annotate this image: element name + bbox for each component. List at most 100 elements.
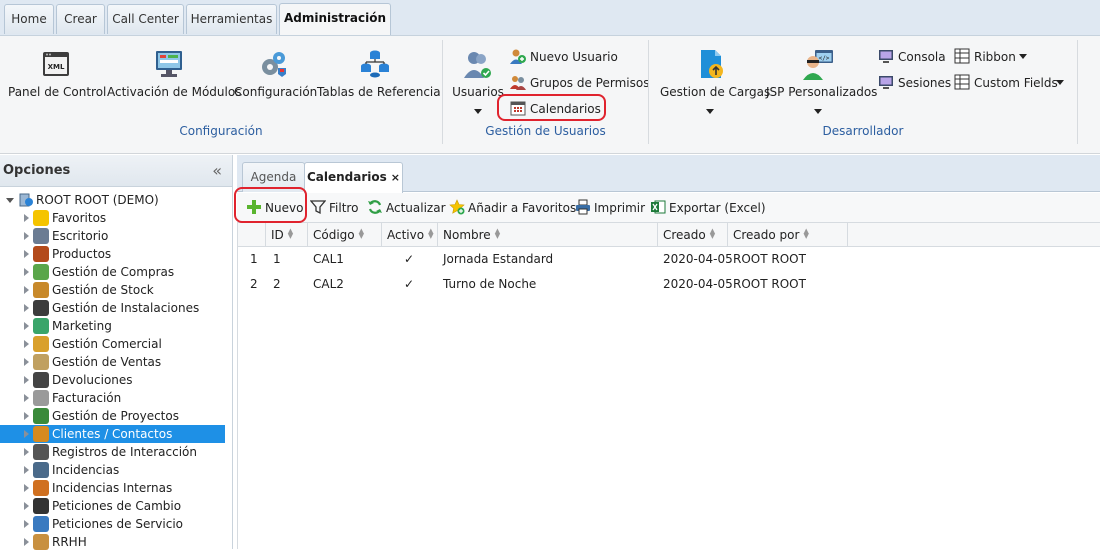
expand-arrow-icon[interactable] xyxy=(24,538,29,546)
tree-item[interactable]: Gestión de Proyectos xyxy=(0,407,225,425)
activacion-modulos-button[interactable]: Activación de Módulos xyxy=(107,48,241,99)
ribbon: XML Panel de Control Activación de Módul… xyxy=(0,35,1100,154)
module-icon xyxy=(33,354,49,370)
tab-home[interactable]: Home xyxy=(4,4,54,34)
col-header-activo[interactable]: Activo ▲ ▼ xyxy=(382,223,438,247)
custom-fields-button[interactable]: Custom Fields xyxy=(954,73,1058,93)
filtro-label: Filtro xyxy=(329,201,359,215)
custom-fields-dropdown-caret[interactable] xyxy=(1056,80,1064,85)
expand-arrow-icon[interactable] xyxy=(24,466,29,474)
tablas-de-referencia-button[interactable]: Tablas de Referencia xyxy=(317,48,441,99)
module-icon xyxy=(33,228,49,244)
expand-arrow-icon[interactable] xyxy=(24,358,29,366)
tree-item[interactable]: Peticiones de Cambio xyxy=(0,497,225,515)
tree-item[interactable]: Gestión de Stock xyxy=(0,281,225,299)
sort-icon[interactable]: ▲ ▼ xyxy=(495,228,500,240)
tablas-de-referencia-label: Tablas de Referencia xyxy=(317,85,441,99)
gestion-de-cargas-dropdown-caret[interactable] xyxy=(706,109,714,114)
gestion-de-cargas-button[interactable]: Gestion de Cargas xyxy=(660,48,770,99)
expand-arrow-icon[interactable] xyxy=(24,520,29,528)
tree-item-label: Escritorio xyxy=(52,229,109,243)
exportar-excel-button[interactable]: Exportar (Excel) xyxy=(650,199,766,217)
grupos-de-permisos-button[interactable]: Grupos de Permisos xyxy=(510,73,649,93)
usuarios-button[interactable]: Usuarios xyxy=(452,48,504,99)
tree-item[interactable]: Peticiones de Servicio xyxy=(0,515,225,533)
imprimir-label: Imprimir xyxy=(594,201,646,215)
expanded-arrow-icon[interactable] xyxy=(6,198,14,203)
consola-button[interactable]: Consola xyxy=(878,47,946,67)
filtro-button[interactable]: Filtro xyxy=(310,199,358,217)
tree-item[interactable]: RRHH xyxy=(0,533,225,551)
col-header-nombre[interactable]: Nombre ▲ ▼ xyxy=(438,223,658,247)
expand-arrow-icon[interactable] xyxy=(24,322,29,330)
tree-item[interactable]: Registros de Interacción xyxy=(0,443,225,461)
tree-item[interactable]: Gestión de Ventas xyxy=(0,353,225,371)
ribbon-dropdown-caret[interactable] xyxy=(1019,54,1027,59)
tree-item[interactable]: Gestión de Compras xyxy=(0,263,225,281)
sesiones-button[interactable]: Sesiones xyxy=(878,73,951,93)
tab-call-center[interactable]: Call Center xyxy=(107,4,184,34)
expand-arrow-icon[interactable] xyxy=(24,304,29,312)
col-header-creado[interactable]: Creado ▲ ▼ xyxy=(658,223,728,247)
module-icon xyxy=(33,444,49,460)
tab-calendarios[interactable]: Calendarios × xyxy=(304,162,403,193)
tab-administracion[interactable]: Administración xyxy=(279,3,391,36)
tree-item[interactable]: Gestión de Instalaciones xyxy=(0,299,225,317)
actualizar-button[interactable]: Actualizar xyxy=(367,199,446,217)
expand-arrow-icon[interactable] xyxy=(24,412,29,420)
usuarios-dropdown-caret[interactable] xyxy=(474,109,482,114)
tree-item[interactable]: Incidencias Internas xyxy=(0,479,225,497)
expand-arrow-icon[interactable] xyxy=(24,484,29,492)
expand-arrow-icon[interactable] xyxy=(24,394,29,402)
col-header-creado-por[interactable]: Creado por ▲ ▼ xyxy=(728,223,848,247)
tree-item[interactable]: Productos xyxy=(0,245,225,263)
jsp-personalizados-button[interactable]: </> JSP Personalizados xyxy=(766,48,877,99)
expand-arrow-icon[interactable] xyxy=(24,430,29,438)
expand-arrow-icon[interactable] xyxy=(24,214,29,222)
close-tab-icon[interactable]: × xyxy=(391,171,400,184)
tree-item[interactable]: Escritorio xyxy=(0,227,225,245)
configuracion-button[interactable]: Configuración xyxy=(234,48,317,99)
cell-nombre: Jornada Estandard xyxy=(443,252,554,266)
sort-icon[interactable]: ▲ ▼ xyxy=(803,228,808,240)
expand-arrow-icon[interactable] xyxy=(24,286,29,294)
expand-arrow-icon[interactable] xyxy=(24,268,29,276)
expand-arrow-icon[interactable] xyxy=(24,340,29,348)
file-upload-icon xyxy=(701,50,723,78)
cell-creado-por: ROOT ROOT xyxy=(733,252,806,266)
tree-item[interactable]: Marketing xyxy=(0,317,225,335)
nuevo-usuario-button[interactable]: Nuevo Usuario xyxy=(510,47,618,67)
tree-item[interactable]: Favoritos xyxy=(0,209,225,227)
expand-arrow-icon[interactable] xyxy=(24,232,29,240)
sort-icon[interactable]: ▲ ▼ xyxy=(359,228,364,240)
tree-item[interactable]: Clientes / Contactos xyxy=(0,425,225,443)
anadir-favoritos-button[interactable]: Añadir a Favoritos xyxy=(449,199,576,217)
cell-activo: ✓ xyxy=(404,277,415,291)
tree-item[interactable]: Gestión Comercial xyxy=(0,335,225,353)
tab-crear[interactable]: Crear xyxy=(56,4,105,34)
table-row[interactable]: 2 2 CAL2 ✓ Turno de Noche 2020-04-05 ROOT ROOT xyxy=(238,272,1100,297)
tree-item-label: Marketing xyxy=(52,319,112,333)
cell-creado-por: ROOT ROOT xyxy=(733,277,806,291)
console-icon xyxy=(879,50,893,63)
content-tab-bar: Agenda Calendarios × xyxy=(237,155,1100,193)
expand-arrow-icon[interactable] xyxy=(24,250,29,258)
tab-herramientas[interactable]: Herramientas xyxy=(186,4,277,34)
sort-icon[interactable]: ▲ ▼ xyxy=(288,228,293,240)
col-header-codigo[interactable]: Código ▲ ▼ xyxy=(308,223,382,247)
table-row[interactable]: 1 1 CAL1 ✓ Jornada Estandard 2020-04-05 ROOT R… xyxy=(238,247,1100,272)
jsp-personalizados-dropdown-caret[interactable] xyxy=(814,109,822,114)
tree-item[interactable]: Facturación xyxy=(0,389,225,407)
sort-icon[interactable]: ▲ ▼ xyxy=(710,228,715,240)
tree-item[interactable]: Devoluciones xyxy=(0,371,225,389)
tree-item[interactable]: Incidencias xyxy=(0,461,225,479)
col-header-id[interactable]: ID ▲ ▼ xyxy=(266,223,308,247)
sort-icon[interactable]: ▲ ▼ xyxy=(428,228,433,240)
expand-arrow-icon[interactable] xyxy=(24,502,29,510)
imprimir-button[interactable]: Imprimir xyxy=(575,199,645,217)
expand-arrow-icon[interactable] xyxy=(24,376,29,384)
panel-de-control-button[interactable]: XML Panel de Control xyxy=(8,48,106,99)
ribbon-menu-button[interactable]: Ribbon xyxy=(954,47,1016,67)
collapse-panel-icon[interactable]: « xyxy=(212,155,222,187)
expand-arrow-icon[interactable] xyxy=(24,448,29,456)
